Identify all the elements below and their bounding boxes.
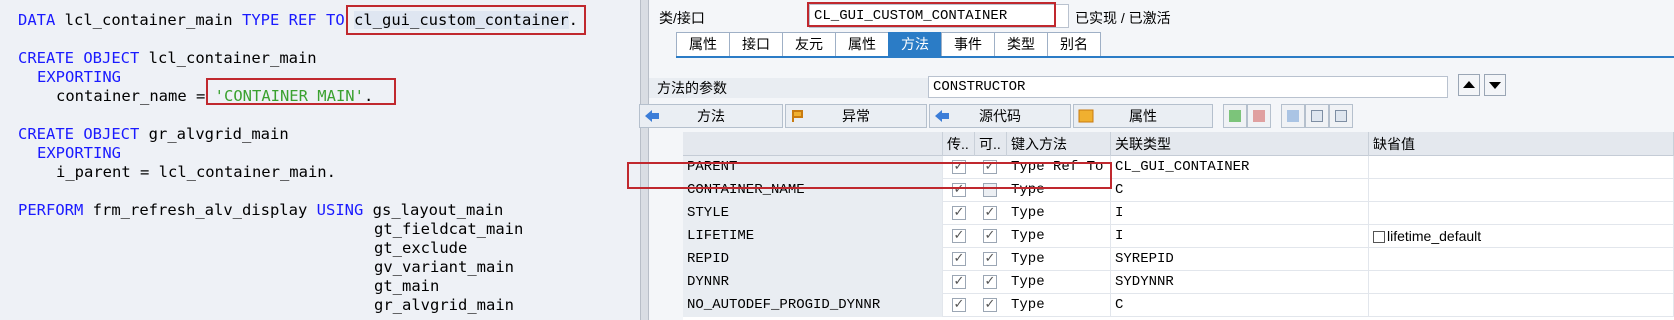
tab-friends[interactable]: 友元 xyxy=(782,32,836,56)
source-code-button[interactable]: 源代码 xyxy=(929,104,1071,128)
tab-underline xyxy=(676,56,1674,58)
tab-aliases[interactable]: 别名 xyxy=(1047,32,1101,56)
attributes-button[interactable]: 属性 xyxy=(1073,104,1213,128)
status-text: 已实现 / 已激活 xyxy=(1075,10,1171,26)
scissors-icon xyxy=(1287,110,1299,122)
checkbox-optional[interactable]: ✓ xyxy=(983,275,997,289)
table-row[interactable]: REPID ✓ ✓ Type SYREPID xyxy=(683,248,1674,271)
header-typing[interactable]: 键入方法 xyxy=(1007,132,1111,156)
tab-events[interactable]: 事件 xyxy=(941,32,995,56)
paste-button[interactable] xyxy=(1329,104,1353,128)
param-default[interactable] xyxy=(1369,294,1674,317)
code-line-arg: gv_variant_main xyxy=(374,258,514,276)
param-ref-type[interactable]: CL_GUI_CONTAINER xyxy=(1111,156,1369,179)
code-line-arg: gt_fieldcat_main xyxy=(374,220,524,238)
code-line-create-container: CREATE OBJECT lcl_container_main xyxy=(18,49,317,67)
code-line-perform: PERFORM frm_refresh_alv_display USING gs… xyxy=(18,201,504,219)
tab-properties[interactable]: 属性 xyxy=(676,32,730,56)
tab-types[interactable]: 类型 xyxy=(994,32,1048,56)
table-row[interactable]: DYNNR ✓ ✓ Type SYDYNNR xyxy=(683,271,1674,294)
param-ref-type[interactable]: I xyxy=(1111,202,1369,225)
table-row[interactable]: NO_AUTODEF_PROGID_DYNNR ✓ ✓ Type C xyxy=(683,294,1674,317)
code-line-arg: gr_alvgrid_main xyxy=(374,296,514,314)
class-interface-label: 类/接口 xyxy=(659,10,705,26)
param-ref-type[interactable]: SYDYNNR xyxy=(1111,271,1369,294)
arrow-down-icon xyxy=(1489,82,1501,89)
header-pass-by-value[interactable]: 传.. xyxy=(943,132,975,156)
header-optional[interactable]: 可.. xyxy=(975,132,1007,156)
methods-back-button[interactable]: 方法 xyxy=(639,104,783,128)
param-default[interactable] xyxy=(1369,248,1674,271)
delete-row-icon xyxy=(1253,110,1265,122)
abap-code-editor[interactable]: DATA lcl_container_main TYPE REF TO cl_g… xyxy=(0,0,640,320)
param-name: NO_AUTODEF_PROGID_DYNNR xyxy=(683,294,943,317)
param-typing[interactable]: Type xyxy=(1007,202,1111,225)
code-line-arg: gt_exclude xyxy=(374,239,468,257)
class-builder-panel: 类/接口 CL_GUI_CUSTOM_CONTAINER 已实现 / 已激活 属… xyxy=(627,0,1674,320)
tab-attributes[interactable]: 属性 xyxy=(835,32,889,56)
header-ref-type[interactable]: 关联类型 xyxy=(1111,132,1369,156)
param-ref-type[interactable]: C xyxy=(1111,179,1369,202)
param-typing[interactable]: Type xyxy=(1007,294,1111,317)
highlight-box-type xyxy=(346,5,586,35)
cut-button[interactable] xyxy=(1281,104,1305,128)
code-line-arg: gt_main xyxy=(374,277,440,295)
param-default[interactable] xyxy=(1369,202,1674,225)
checkbox-pass-by-value[interactable]: ✓ xyxy=(952,229,966,243)
param-ref-type[interactable]: I xyxy=(1111,225,1369,248)
param-typing[interactable]: Type xyxy=(1007,271,1111,294)
tab-methods[interactable]: 方法 xyxy=(888,32,942,56)
highlight-box-class xyxy=(807,2,1056,27)
param-typing[interactable]: Type xyxy=(1007,248,1111,271)
previous-button[interactable] xyxy=(1458,74,1480,96)
param-default[interactable] xyxy=(1369,271,1674,294)
header-default-value[interactable]: 缺省值 xyxy=(1369,132,1674,156)
table-row[interactable]: LIFETIME ✓ ✓ Type I lifetime_default xyxy=(683,225,1674,248)
param-default[interactable] xyxy=(1369,179,1674,202)
table-row[interactable]: STYLE ✓ ✓ Type I xyxy=(683,202,1674,225)
checkbox-optional[interactable]: ✓ xyxy=(983,229,997,243)
parameter-grid: 传.. 可.. 键入方法 关联类型 缺省值 PARENT ✓ ✓ Type Re… xyxy=(683,132,1674,320)
param-default[interactable]: lifetime_default xyxy=(1369,225,1674,248)
pane-splitter[interactable] xyxy=(640,0,649,320)
copy-icon xyxy=(1311,110,1323,122)
param-name: STYLE xyxy=(683,202,943,225)
checkbox-optional[interactable]: ✓ xyxy=(983,252,997,266)
method-name-field[interactable]: CONSTRUCTOR xyxy=(928,76,1448,98)
param-name: DYNNR xyxy=(683,271,943,294)
param-name: REPID xyxy=(683,248,943,271)
code-line-exporting-2: EXPORTING xyxy=(37,144,121,162)
tab-bar: 属性 接口 友元 属性 方法 事件 类型 别名 xyxy=(676,32,1101,56)
value-help-icon[interactable] xyxy=(1373,231,1385,244)
param-default[interactable] xyxy=(1369,156,1674,179)
checkbox-pass-by-value[interactable]: ✓ xyxy=(952,206,966,220)
grid-header: 传.. 可.. 键入方法 关联类型 缺省值 xyxy=(683,132,1674,156)
highlight-box-container-name-row xyxy=(627,162,1112,189)
param-ref-type[interactable]: C xyxy=(1111,294,1369,317)
delete-row-button[interactable] xyxy=(1247,104,1271,128)
checkbox-optional[interactable]: ✓ xyxy=(983,298,997,312)
paste-icon xyxy=(1335,110,1347,122)
param-ref-type[interactable]: SYREPID xyxy=(1111,248,1369,271)
code-line-create-alvgrid: CREATE OBJECT gr_alvgrid_main xyxy=(18,125,289,143)
insert-row-button[interactable] xyxy=(1223,104,1247,128)
param-typing[interactable]: Type xyxy=(1007,225,1111,248)
highlight-box-container-name xyxy=(206,78,396,105)
insert-row-icon xyxy=(1229,110,1241,122)
exceptions-button[interactable]: 异常 xyxy=(785,104,927,128)
checkbox-optional[interactable]: ✓ xyxy=(983,206,997,220)
tab-interfaces[interactable]: 接口 xyxy=(729,32,783,56)
copy-button[interactable] xyxy=(1305,104,1329,128)
checkbox-pass-by-value[interactable]: ✓ xyxy=(952,275,966,289)
header-parameter[interactable] xyxy=(683,132,943,156)
code-line-i-parent: i_parent = lcl_container_main. xyxy=(56,163,336,181)
code-line-exporting-1: EXPORTING xyxy=(37,68,121,86)
param-name: LIFETIME xyxy=(683,225,943,248)
checkbox-pass-by-value[interactable]: ✓ xyxy=(952,298,966,312)
next-button[interactable] xyxy=(1484,74,1506,96)
checkbox-pass-by-value[interactable]: ✓ xyxy=(952,252,966,266)
arrow-up-icon xyxy=(1463,81,1475,88)
